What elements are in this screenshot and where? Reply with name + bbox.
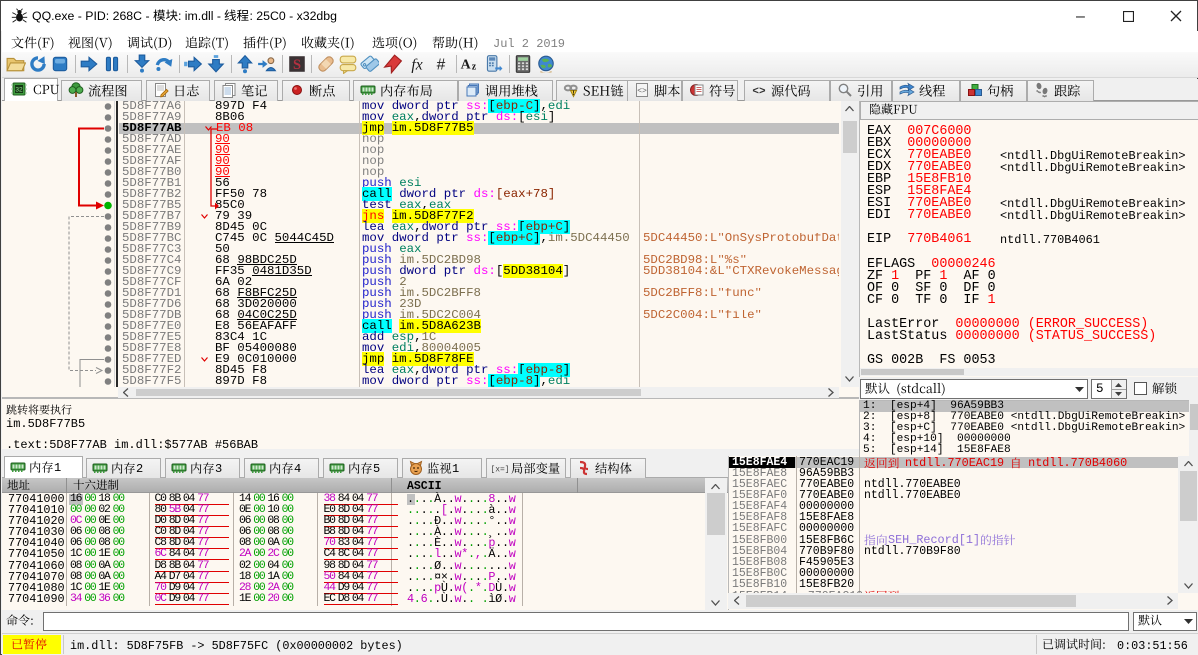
svg-text:[x=]: [x=] — [492, 466, 508, 475]
